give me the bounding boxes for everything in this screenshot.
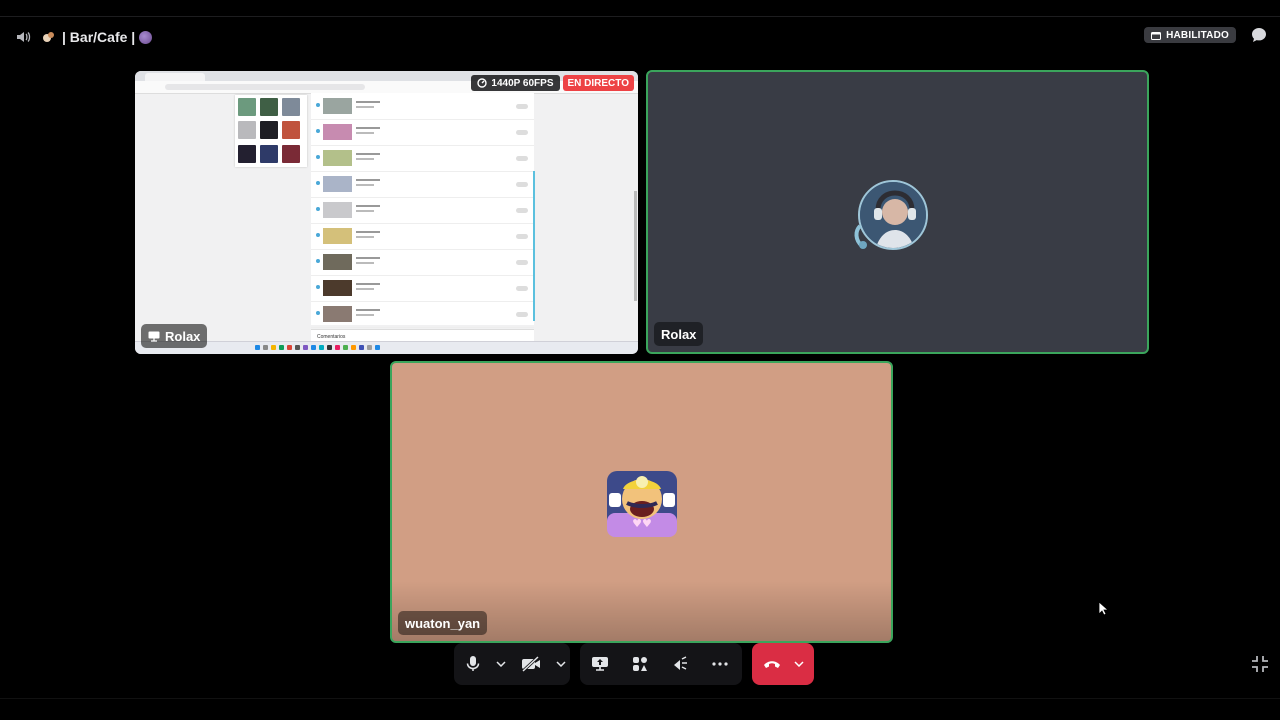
call-header: | Bar/Cafe | xyxy=(14,26,153,48)
activities-icon xyxy=(633,657,647,671)
soundboard-button[interactable] xyxy=(660,643,700,685)
scrollbar xyxy=(634,191,637,301)
top-divider xyxy=(0,16,1280,17)
mouse-cursor-icon xyxy=(1098,601,1110,621)
screen-share-icon xyxy=(148,331,160,342)
camera-button[interactable] xyxy=(510,643,552,685)
avatar-decoration xyxy=(854,224,867,249)
bottom-divider xyxy=(0,698,1280,699)
live-badge: EN DIRECTO xyxy=(562,75,634,91)
status-badge[interactable]: HABILITADO xyxy=(1144,27,1236,43)
live-label: EN DIRECTO xyxy=(567,77,630,89)
scroll-accent xyxy=(533,171,535,321)
audio-settings-chevron[interactable] xyxy=(492,643,510,685)
disconnect-button[interactable] xyxy=(752,643,814,685)
stream-quality-badge: 1440P 60FPS xyxy=(471,75,560,91)
stream-info: 1440P 60FPS EN DIRECTO xyxy=(471,75,634,91)
chevron-down-icon xyxy=(556,661,566,667)
emoji-icon xyxy=(139,30,153,44)
camera-off-icon xyxy=(521,656,540,672)
av-controls xyxy=(454,643,570,685)
participant-tile[interactable]: Rolax xyxy=(646,70,1149,354)
chat-bubble-icon[interactable] xyxy=(1250,26,1268,44)
call-controls xyxy=(0,643,1280,685)
more-options-button[interactable] xyxy=(700,643,740,685)
chevron-down-icon xyxy=(496,661,506,667)
status-badge-label: HABILITADO xyxy=(1166,29,1229,41)
participant-name-tag: Rolax xyxy=(654,322,704,346)
screen-share-icon xyxy=(592,657,608,671)
chevron-down-icon xyxy=(794,661,804,667)
stream-username: Rolax xyxy=(165,328,201,344)
gauge-icon xyxy=(477,78,488,88)
microphone-icon xyxy=(466,656,480,671)
disconnect-options-chevron[interactable] xyxy=(792,643,806,685)
channel-name: | Bar/Cafe | xyxy=(62,29,136,45)
stream-name-tag: Rolax xyxy=(141,324,208,348)
activity-controls xyxy=(580,643,742,685)
episode-list xyxy=(311,93,534,328)
participant-username: wuaton_yan xyxy=(405,615,481,631)
more-icon xyxy=(712,662,728,666)
exit-fullscreen-icon xyxy=(1252,656,1268,672)
exit-fullscreen-button[interactable] xyxy=(1250,654,1270,674)
soundboard-icon xyxy=(674,656,687,670)
participant-username: Rolax xyxy=(661,326,697,342)
participant-tile[interactable]: ♥♥ wuaton_yan xyxy=(390,361,893,643)
screen-share-tile[interactable]: Comentarios 1440P 60FPS EN DIRECTO Rolax xyxy=(135,71,638,354)
calendar-icon xyxy=(1151,31,1162,40)
svg-text:♥♥: ♥♥ xyxy=(632,517,652,530)
header-actions: HABILITADO xyxy=(1144,26,1268,44)
thumbnail-grid xyxy=(235,95,307,167)
comments-label: Comentarios xyxy=(317,334,346,340)
avatar xyxy=(854,180,932,254)
windows-taskbar xyxy=(135,341,638,354)
avatar: ♥♥ xyxy=(603,465,681,543)
emoji-icon xyxy=(40,28,58,46)
video-settings-chevron[interactable] xyxy=(552,643,570,685)
screen-share-button[interactable] xyxy=(580,643,620,685)
channel-title: | Bar/Cafe | xyxy=(40,28,153,46)
speaker-icon[interactable] xyxy=(14,28,32,46)
stream-quality: 1440P 60FPS xyxy=(491,77,554,89)
hangup-icon xyxy=(752,643,792,685)
participant-name-tag: wuaton_yan xyxy=(398,611,488,635)
microphone-button[interactable] xyxy=(454,643,492,685)
activities-button[interactable] xyxy=(620,643,660,685)
